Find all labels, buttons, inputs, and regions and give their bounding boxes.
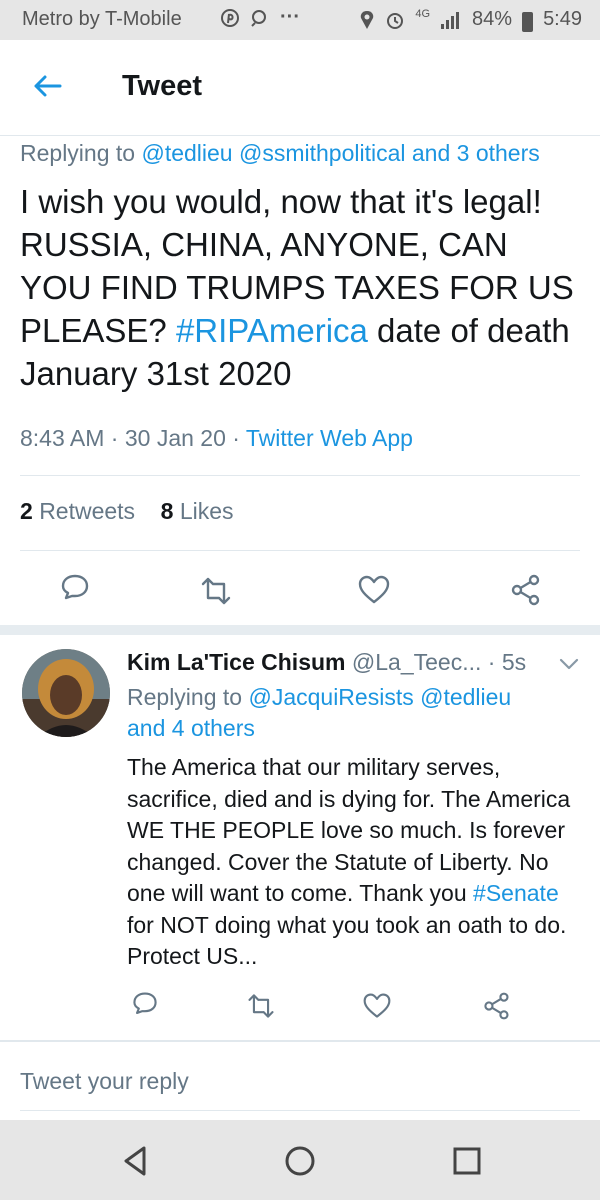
meta-separator: · xyxy=(232,425,246,451)
reply-time-separator: · xyxy=(487,649,502,675)
nav-back-icon[interactable] xyxy=(118,1144,152,1178)
section-separator xyxy=(0,625,600,635)
app-header: Tweet xyxy=(0,40,600,136)
replying-to-others-link[interactable]: and 4 others xyxy=(127,715,255,741)
retweet-icon[interactable] xyxy=(199,574,233,608)
tweet-date: 30 Jan 20 xyxy=(124,425,226,451)
battery-icon xyxy=(522,11,534,32)
reply-header: Kim La'Tice Chisum @La_Teec... · 5s xyxy=(127,649,526,676)
replying-to-users-link[interactable]: @JacquiResists @tedlieu xyxy=(248,684,511,710)
reply-text-tail: for NOT doing what you took an oath to d… xyxy=(127,911,567,970)
nav-home-icon[interactable] xyxy=(283,1144,317,1178)
network-type: 4G xyxy=(415,7,431,20)
status-notification-icons: ··· xyxy=(220,6,300,29)
search-icon xyxy=(251,9,266,27)
carrier-name: Metro by T-Mobile xyxy=(22,8,182,30)
likes-label: Likes xyxy=(179,498,234,524)
likes-stat[interactable]: 8 Likes xyxy=(161,498,234,524)
reply-replying-to: Replying to @JacquiResists @tedlieu and … xyxy=(127,682,567,744)
pinterest-icon xyxy=(221,8,239,27)
retweets-stat[interactable]: 2 Retweets xyxy=(20,498,135,524)
reply-author-handle[interactable]: @La_Teec... xyxy=(352,649,481,675)
replying-to: Replying to @tedlieu @ssmithpolitical an… xyxy=(20,140,540,167)
replying-to-prefix: Replying to xyxy=(127,684,249,710)
clock: 5:49 xyxy=(543,8,582,30)
tweet-time: 8:43 AM xyxy=(20,425,105,451)
status-bar: Metro by T-Mobile ··· 4G 84% 5:49 xyxy=(0,0,600,40)
tweet-stats: 2 Retweets 8 Likes xyxy=(20,498,234,525)
retweet-icon[interactable] xyxy=(246,991,276,1021)
meta-separator: · xyxy=(110,425,125,451)
reply-input-underline xyxy=(20,1110,580,1111)
status-system-icons: 4G 84% 5:49 xyxy=(359,7,582,32)
replying-to-users-link[interactable]: @tedlieu @ssmithpolitical and 3 others xyxy=(141,140,539,166)
hashtag-link[interactable]: #RIPAmerica xyxy=(176,312,368,349)
nav-recents-icon[interactable] xyxy=(450,1144,484,1178)
more-dots-icon: ··· xyxy=(280,6,300,28)
replying-to-prefix: Replying to xyxy=(20,140,142,166)
arrow-left-icon[interactable] xyxy=(30,68,66,104)
tweet-meta: 8:43 AM · 30 Jan 20 · Twitter Web App xyxy=(20,425,413,452)
alarm-icon xyxy=(387,12,404,29)
tweet-text: I wish you would, now that it's legal! R… xyxy=(20,180,580,395)
section-separator xyxy=(0,1040,600,1042)
heart-icon[interactable] xyxy=(362,991,392,1021)
tweet-reply-input[interactable]: Tweet your reply xyxy=(20,1068,189,1095)
share-icon[interactable] xyxy=(481,991,511,1021)
share-icon[interactable] xyxy=(508,573,542,607)
avatar[interactable] xyxy=(22,649,110,737)
retweets-count: 2 xyxy=(20,498,33,524)
chevron-down-icon[interactable] xyxy=(558,654,580,674)
page-title: Tweet xyxy=(122,70,203,102)
likes-count: 8 xyxy=(160,498,174,524)
tweet-source-link[interactable]: Twitter Web App xyxy=(246,425,413,451)
battery-percent: 84% xyxy=(472,8,513,30)
reply-author-name[interactable]: Kim La'Tice Chisum xyxy=(127,649,346,675)
reply-text: The America that our military serves, sa… xyxy=(127,752,587,973)
system-nav-bar xyxy=(0,1120,600,1200)
divider xyxy=(20,550,580,551)
retweets-label: Retweets xyxy=(39,498,136,524)
avatar-image xyxy=(22,649,110,737)
signal-icon xyxy=(441,11,460,29)
heart-icon[interactable] xyxy=(357,573,391,607)
hashtag-link[interactable]: #Senate xyxy=(473,880,559,906)
location-icon xyxy=(361,10,374,29)
reply-icon[interactable] xyxy=(58,572,92,606)
divider xyxy=(20,475,580,476)
reply-time: 5s xyxy=(501,649,527,675)
reply-icon[interactable] xyxy=(130,990,160,1020)
